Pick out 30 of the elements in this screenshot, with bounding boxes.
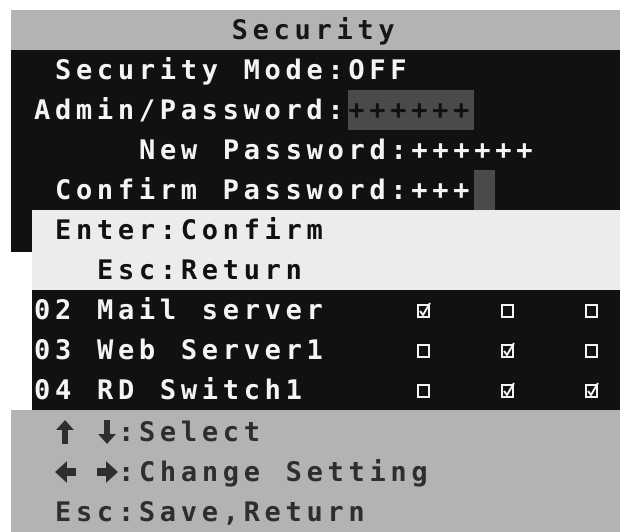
checked-checkbox[interactable] [417, 302, 431, 318]
checkbox[interactable] [417, 382, 431, 398]
help-text: :Select [118, 416, 265, 448]
computer-name: Web Server1 [97, 334, 328, 366]
checked-checkbox[interactable] [501, 342, 515, 358]
checkbox[interactable] [417, 342, 431, 358]
checkbox[interactable] [501, 302, 515, 318]
password-field[interactable]: ++++++ [411, 134, 538, 166]
help-text: :Change Setting [118, 456, 432, 488]
field-label: Security Mode: [55, 54, 348, 86]
checkbox[interactable] [585, 302, 599, 318]
computer-name: Mail server [97, 294, 328, 326]
field-label: New Password: [139, 134, 412, 166]
port-number: 03 [34, 334, 76, 366]
port-number: 04 [34, 374, 76, 406]
help-text: Esc:Save,Return [55, 496, 370, 528]
checked-checkbox[interactable] [585, 382, 599, 398]
left-right-arrows-icon [55, 460, 118, 484]
field-value[interactable]: OFF [348, 50, 412, 90]
field-label: Confirm Password: [55, 174, 412, 206]
field-label: Admin/Password: [34, 94, 348, 126]
computer-name: RD Switch1 [97, 374, 307, 406]
port-number: 02 [34, 294, 76, 326]
hint-text: Enter:Confirm [55, 214, 328, 246]
checkbox[interactable] [585, 342, 599, 358]
window-title: Security [11, 10, 620, 50]
up-down-arrows-icon [55, 420, 118, 444]
hint-text: Esc:Return [97, 254, 307, 286]
password-field[interactable]: +++ [411, 174, 474, 206]
checked-checkbox[interactable] [501, 382, 515, 398]
